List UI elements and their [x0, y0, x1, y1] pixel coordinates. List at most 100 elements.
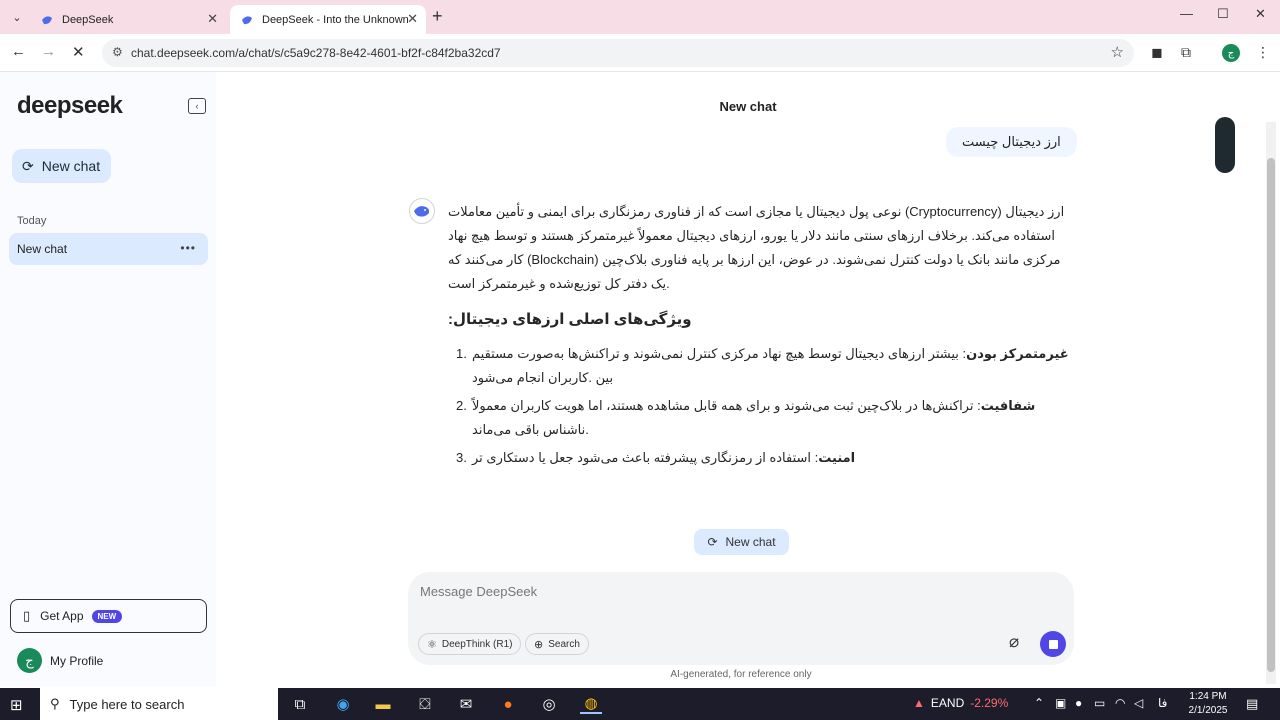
show-hidden-icons-icon[interactable]: ⌃ [1034, 696, 1044, 710]
mail-icon[interactable]: ✉ [455, 694, 477, 714]
message-composer: ⚛ DeepThink (R1) ⊕ Search ⌀ [408, 572, 1074, 665]
stop-loading-icon[interactable]: ✕ [72, 43, 85, 61]
list-item-text: : تراکنش‌ها در بلاک‌چین ثبت می‌شوند و بر… [472, 398, 981, 437]
sidebar: deepseek ‹ ⟳ New chat Today New chat •••… [0, 72, 216, 686]
tab-title: DeepSeek [62, 13, 114, 26]
taskbar-search-placeholder: Type here to search [69, 696, 185, 712]
new-chat-pill-label: New chat [725, 535, 776, 549]
meet-now-icon[interactable]: ▣ [1055, 696, 1066, 710]
page-title: New chat [719, 99, 777, 114]
language-indicator[interactable]: فا [1158, 696, 1167, 710]
new-chat-icon: ⟳ [22, 157, 34, 174]
chat-history-item[interactable]: New chat ••• [9, 233, 208, 265]
tab-title: DeepSeek - Into the Unknown [262, 13, 409, 26]
stock-name: EAND [930, 696, 965, 710]
list-number: 2. [456, 398, 467, 413]
new-chat-icon: ⟳ [707, 535, 718, 549]
close-tab-icon[interactable]: ✕ [207, 11, 218, 27]
list-item-bold: غیرمتمرکز بودن [966, 346, 1069, 361]
more-options-icon[interactable]: ••• [180, 241, 196, 255]
browser-profile-avatar[interactable]: ج [1222, 44, 1240, 62]
taskbar: ⊞ ⚲ Type here to search ⧉ ◉ ▬ ⛋ ✉ ● ◎ ◍ … [0, 688, 1280, 720]
chrome-icon[interactable]: ◍ [580, 694, 602, 714]
my-profile-button[interactable]: ج My Profile [17, 648, 103, 673]
close-window-icon[interactable]: ✕ [1255, 6, 1266, 22]
wifi-icon[interactable]: ◠ [1115, 696, 1125, 710]
stop-generation-button[interactable] [1040, 631, 1066, 657]
battery-icon[interactable]: ▭ [1094, 696, 1105, 710]
tab-search-button[interactable]: ⌄ [6, 7, 28, 27]
get-app-button[interactable]: ▯ Get App NEW [10, 599, 207, 633]
browser-menu-icon[interactable]: ⋮ [1256, 44, 1270, 61]
avatar: ج [17, 648, 42, 673]
deepthink-toggle[interactable]: ⚛ DeepThink (R1) [418, 633, 522, 655]
globe-icon: ⊕ [534, 638, 544, 651]
new-badge: NEW [91, 609, 123, 623]
extension-record-icon[interactable]: ◼ [1151, 44, 1163, 61]
deepseek-favicon-icon [240, 13, 254, 27]
list-item-text: : بیشتر ارزهای دیجیتال توسط هیچ نهاد مرک… [472, 346, 967, 385]
message-input[interactable] [420, 584, 980, 608]
chat-history-title: New chat [17, 242, 68, 256]
deepseek-logo: deepseek [17, 92, 123, 119]
collapse-sidebar-icon[interactable]: ‹ [188, 98, 206, 114]
clock-time: 1:24 PM [1189, 691, 1227, 702]
answer-heading: :ویژگی‌های اصلی ارزهای دیجیتال [448, 311, 692, 328]
forward-icon[interactable]: → [41, 43, 56, 60]
scrollbar-thumb[interactable] [1267, 158, 1275, 672]
file-explorer-icon[interactable]: ▬ [372, 694, 394, 714]
get-app-label: Get App [40, 609, 84, 623]
list-item: 2. شفافیت: تراکنش‌ها در بلاک‌چین ثبت می‌… [448, 394, 1074, 442]
microphone-icon[interactable]: ● [1075, 696, 1082, 710]
stock-widget[interactable]: ▲ EAND -2.29% [913, 696, 1008, 710]
list-item: 3. امنیت: استفاده از رمزنگاری پیشرفته با… [448, 446, 1074, 470]
back-icon[interactable]: ← [11, 43, 26, 60]
windows-start-icon[interactable]: ⊞ [10, 696, 23, 714]
edge-icon[interactable]: ◉ [332, 694, 354, 714]
new-chat-button[interactable]: ⟳ New chat [12, 149, 111, 183]
deepseek-whale-icon [409, 198, 435, 224]
app-icon[interactable]: ◎ [538, 694, 560, 714]
tab-deepseek[interactable]: DeepSeek ✕ [30, 5, 226, 34]
deepseek-favicon-icon [40, 13, 54, 27]
maximize-icon[interactable]: ☐ [1217, 6, 1229, 22]
deepthink-label: DeepThink (R1) [441, 638, 513, 650]
assistant-answer: نوعی پول دیجیتال یا مجازی است که از فناو… [448, 200, 1074, 474]
scrollbar[interactable] [1266, 122, 1276, 684]
tab-deepseek-active[interactable]: DeepSeek - Into the Unknown ✕ [230, 5, 426, 34]
url-text: chat.deepseek.com/a/chat/s/c5a9c278-8e42… [131, 46, 501, 60]
task-view-icon[interactable]: ⧉ [289, 694, 311, 714]
close-tab-icon[interactable]: ✕ [407, 11, 418, 27]
list-item-text: : استفاده از رمزنگاری پیشرفته باعث می‌شو… [472, 450, 819, 465]
paperclip-icon[interactable]: ⌀ [1009, 632, 1019, 652]
clock-date: 2/1/2025 [1188, 705, 1228, 716]
new-chat-pill-button[interactable]: ⟳ New chat [694, 529, 789, 555]
address-bar[interactable]: ⚙ chat.deepseek.com/a/chat/s/c5a9c278-8e… [102, 39, 1134, 67]
bookmark-star-icon[interactable]: ☆ [1111, 43, 1124, 61]
volume-icon[interactable]: ◁ [1134, 696, 1143, 710]
search-toggle[interactable]: ⊕ Search [525, 633, 589, 655]
list-item: 1. غیرمتمرکز بودن: بیشتر ارزهای دیجیتال … [448, 342, 1074, 390]
search-label: Search [548, 638, 580, 650]
taskbar-search[interactable]: ⚲ Type here to search [40, 688, 278, 720]
answer-list: 1. غیرمتمرکز بودن: بیشتر ارزهای دیجیتال … [448, 342, 1074, 470]
list-number: 3. [456, 450, 467, 465]
new-chat-label: New chat [41, 158, 101, 174]
floating-avatar [1215, 117, 1235, 173]
stock-change: -2.29% [970, 696, 1009, 710]
extensions-puzzle-icon[interactable]: ⧉ [1181, 44, 1191, 61]
store-icon[interactable]: ⛋ [414, 694, 436, 714]
answer-intro: نوعی پول دیجیتال یا مجازی است که از فناو… [448, 204, 1065, 291]
tab-bar: ⌄ DeepSeek ✕ DeepSeek - Into the Unknown… [0, 0, 1280, 34]
stock-trend-icon: ▲ [913, 696, 925, 710]
new-tab-icon[interactable]: + [432, 6, 443, 27]
minimize-icon[interactable]: — [1180, 6, 1193, 21]
list-item-bold: امنیت [818, 450, 856, 465]
site-info-icon[interactable]: ⚙ [112, 45, 123, 59]
address-toolbar: ← → ✕ ⚙ chat.deepseek.com/a/chat/s/c5a9c… [0, 34, 1280, 72]
firefox-icon[interactable]: ● [497, 694, 519, 714]
phone-icon: ▯ [23, 608, 31, 623]
notification-icon[interactable]: ▤ [1246, 696, 1258, 712]
ai-disclaimer: AI-generated, for reference only [670, 669, 812, 680]
system-clock[interactable]: 1:24 PM 2/1/2025 [1178, 690, 1238, 718]
